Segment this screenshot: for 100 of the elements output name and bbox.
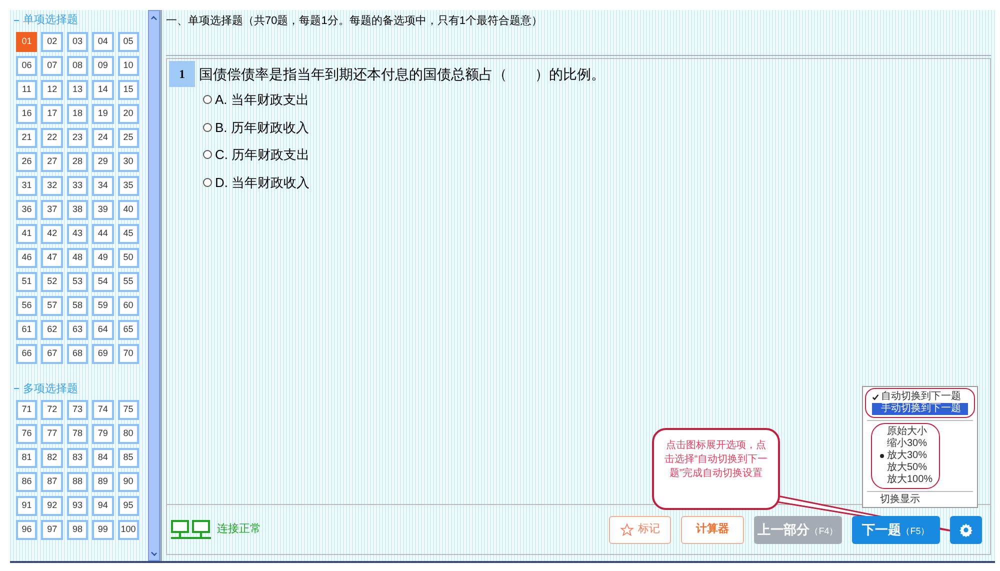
question-number-button[interactable]: 69 (92, 344, 114, 364)
question-number-button[interactable]: 91 (16, 496, 38, 516)
question-number-button[interactable]: 37 (41, 200, 63, 220)
question-number-button[interactable]: 83 (66, 448, 88, 468)
question-number-button[interactable]: 11 (16, 80, 38, 100)
question-number-button[interactable]: 22 (41, 128, 63, 148)
question-number-button[interactable]: 15 (118, 80, 139, 100)
menu-item[interactable]: 放大100% (878, 474, 933, 486)
question-number-button[interactable]: 99 (92, 520, 114, 540)
question-number-button[interactable]: 41 (16, 224, 38, 244)
question-number-button[interactable]: 65 (118, 320, 139, 340)
scrollbar[interactable] (148, 10, 160, 561)
menu-item[interactable]: 原始大小 (878, 426, 933, 438)
question-number-button[interactable]: 46 (16, 248, 38, 268)
question-number-button[interactable]: 17 (41, 104, 63, 124)
question-number-button[interactable]: 54 (92, 272, 114, 292)
question-number-button[interactable]: 35 (118, 176, 139, 196)
question-number-button[interactable]: 16 (16, 104, 38, 124)
menu-item[interactable]: 放大30% (878, 450, 933, 462)
question-number-button[interactable]: 81 (16, 448, 38, 468)
question-number-button[interactable]: 92 (41, 496, 63, 516)
question-number-button[interactable]: 13 (66, 80, 88, 100)
question-number-button[interactable]: 63 (66, 320, 88, 340)
scroll-up-icon[interactable] (151, 16, 157, 22)
question-number-button[interactable]: 29 (92, 152, 114, 172)
question-number-button[interactable]: 85 (118, 448, 139, 468)
menu-item[interactable]: 切换显示 (871, 494, 969, 506)
question-number-button[interactable]: 27 (41, 152, 63, 172)
question-number-button[interactable]: 31 (16, 176, 38, 196)
question-number-button[interactable]: 07 (41, 56, 63, 76)
question-number-button[interactable]: 08 (66, 56, 88, 76)
question-number-button[interactable]: 87 (41, 472, 63, 492)
question-number-button[interactable]: 48 (66, 248, 88, 268)
question-number-button[interactable]: 39 (92, 200, 114, 220)
question-number-button[interactable]: 36 (16, 200, 38, 220)
settings-button[interactable] (950, 516, 982, 544)
question-number-button[interactable]: 68 (66, 344, 88, 364)
question-number-button[interactable]: 45 (118, 224, 139, 244)
radio-button[interactable] (203, 178, 212, 187)
question-number-button[interactable]: 49 (92, 248, 114, 268)
question-number-button[interactable]: 03 (66, 32, 88, 52)
question-number-button[interactable]: 06 (16, 56, 38, 76)
question-number-button[interactable]: 72 (41, 400, 63, 420)
question-number-button[interactable]: 100 (118, 520, 139, 540)
question-number-button[interactable]: 74 (92, 400, 114, 420)
question-number-button[interactable]: 21 (16, 128, 38, 148)
question-number-button[interactable]: 50 (118, 248, 139, 268)
question-number-button[interactable]: 14 (92, 80, 114, 100)
question-number-button[interactable]: 76 (16, 424, 38, 444)
question-number-button[interactable]: 12 (41, 80, 63, 100)
question-number-button[interactable]: 98 (66, 520, 88, 540)
menu-item[interactable]: 手动切换到下一题 (872, 403, 968, 415)
question-number-button[interactable]: 52 (41, 272, 63, 292)
question-number-button[interactable]: 70 (118, 344, 139, 364)
radio-button[interactable] (203, 150, 212, 160)
question-number-button[interactable]: 67 (41, 344, 63, 364)
question-number-button[interactable]: 32 (41, 176, 63, 196)
next-question-button[interactable]: 下一题（F5） (852, 516, 940, 544)
question-number-button[interactable]: 97 (41, 520, 63, 540)
question-number-button[interactable]: 71 (16, 400, 38, 420)
question-number-button[interactable]: 18 (66, 104, 88, 124)
menu-item[interactable]: 放大50% (878, 462, 933, 474)
question-number-button[interactable]: 30 (118, 152, 139, 172)
question-number-button[interactable]: 86 (16, 472, 38, 492)
question-number-button[interactable]: 02 (41, 32, 63, 52)
question-number-button[interactable]: 61 (16, 320, 38, 340)
question-number-button[interactable]: 42 (41, 224, 63, 244)
question-number-button[interactable]: 77 (41, 424, 63, 444)
question-number-button[interactable]: 58 (66, 296, 88, 316)
question-number-button[interactable]: 20 (118, 104, 139, 124)
question-number-button[interactable]: 60 (118, 296, 139, 316)
question-number-button[interactable]: 95 (118, 496, 139, 516)
question-number-button[interactable]: 64 (92, 320, 114, 340)
question-number-button[interactable]: 24 (92, 128, 114, 148)
question-number-button[interactable]: 93 (66, 496, 88, 516)
question-number-button[interactable]: 43 (66, 224, 88, 244)
question-number-button[interactable]: 57 (41, 296, 63, 316)
question-number-button[interactable]: 78 (66, 424, 88, 444)
question-number-button[interactable]: 33 (66, 176, 88, 196)
question-number-button[interactable]: 79 (92, 424, 114, 444)
question-number-button[interactable]: 47 (41, 248, 63, 268)
question-number-button[interactable]: 66 (16, 344, 38, 364)
question-number-button[interactable]: 75 (118, 400, 139, 420)
question-number-button[interactable]: 62 (41, 320, 63, 340)
question-number-button[interactable]: 96 (16, 520, 38, 540)
question-number-button[interactable]: 84 (92, 448, 114, 468)
question-number-button[interactable]: 40 (118, 200, 139, 220)
question-number-button[interactable]: 19 (92, 104, 114, 124)
question-number-button[interactable]: 94 (92, 496, 114, 516)
scroll-down-icon[interactable] (151, 550, 157, 556)
question-number-button[interactable]: 80 (118, 424, 139, 444)
menu-item[interactable]: 缩小30% (878, 438, 933, 450)
question-number-button[interactable]: 88 (66, 472, 88, 492)
radio-button[interactable] (203, 95, 212, 104)
question-number-button[interactable]: 25 (118, 128, 139, 148)
question-number-button[interactable]: 59 (92, 296, 114, 316)
question-number-button[interactable]: 26 (16, 152, 38, 172)
question-number-button[interactable]: 82 (41, 448, 63, 468)
question-number-button[interactable]: 89 (92, 472, 114, 492)
question-number-button[interactable]: 38 (66, 200, 88, 220)
